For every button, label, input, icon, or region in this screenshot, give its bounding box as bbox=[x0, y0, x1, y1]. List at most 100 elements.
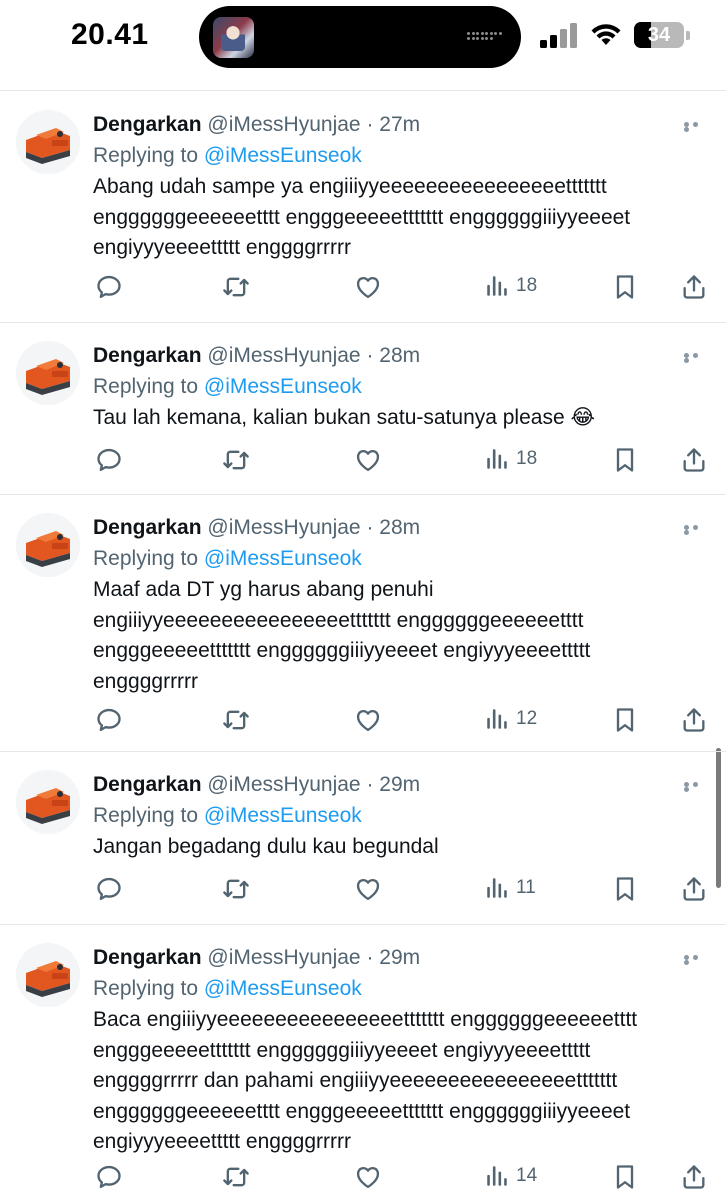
views-count: 12 bbox=[516, 708, 538, 729]
views-icon bbox=[484, 706, 510, 732]
author-handle-time: @iMessHyunjae · 29m bbox=[207, 773, 421, 796]
author-handle[interactable]: @iMessHyunjae bbox=[207, 516, 360, 539]
views-button[interactable]: 14 bbox=[484, 1163, 537, 1195]
share-button[interactable] bbox=[678, 704, 710, 736]
more-icon[interactable] bbox=[684, 782, 708, 792]
reply-icon bbox=[93, 446, 125, 474]
views-button[interactable]: 12 bbox=[484, 706, 537, 738]
more-icon[interactable] bbox=[684, 955, 708, 965]
bookmark-button[interactable] bbox=[609, 271, 641, 303]
views-icon bbox=[484, 446, 510, 472]
tweet-time[interactable]: 28m bbox=[379, 344, 420, 367]
tweet-header: Dengarkan @iMessHyunjae · 29m bbox=[93, 943, 420, 973]
replying-to-link[interactable]: @iMessEunseok bbox=[204, 375, 362, 398]
tweet-divider bbox=[0, 322, 726, 323]
views-icon bbox=[484, 1163, 510, 1189]
tweet[interactable]: Dengarkan @iMessHyunjae · 28m Replying to… bbox=[0, 513, 726, 738]
views-button[interactable]: 18 bbox=[484, 446, 537, 478]
tweet-time[interactable]: 28m bbox=[379, 516, 420, 539]
avatar[interactable] bbox=[16, 110, 80, 174]
views-button[interactable]: 11 bbox=[484, 875, 536, 907]
retweet-icon bbox=[220, 706, 252, 734]
like-button[interactable] bbox=[352, 873, 384, 905]
views-icon bbox=[484, 875, 510, 901]
bookmark-icon bbox=[609, 706, 641, 734]
audio-waveform-icon bbox=[467, 32, 503, 42]
tweet-header: Dengarkan @iMessHyunjae · 29m bbox=[93, 770, 420, 800]
retweet-button[interactable] bbox=[220, 1161, 252, 1193]
reply-button[interactable] bbox=[93, 704, 125, 736]
share-button[interactable] bbox=[678, 873, 710, 905]
views-button[interactable]: 18 bbox=[484, 273, 537, 305]
replying-to-link[interactable]: @iMessEunseok bbox=[204, 547, 362, 570]
author-name[interactable]: Dengarkan bbox=[93, 773, 202, 796]
bookmark-button[interactable] bbox=[609, 444, 641, 476]
author-name[interactable]: Dengarkan bbox=[93, 113, 202, 136]
share-icon bbox=[678, 1163, 710, 1191]
retweet-button[interactable] bbox=[220, 271, 252, 303]
status-bar: 20.41 34 bbox=[0, 0, 726, 84]
author-handle[interactable]: @iMessHyunjae bbox=[207, 113, 360, 136]
author-handle-time: @iMessHyunjae · 28m bbox=[207, 516, 421, 539]
reply-button[interactable] bbox=[93, 873, 125, 905]
replying-to: Replying to @iMessEunseok bbox=[93, 141, 362, 171]
replying-to-link[interactable]: @iMessEunseok bbox=[204, 804, 362, 827]
more-icon[interactable] bbox=[684, 525, 708, 535]
tweet[interactable]: Dengarkan @iMessHyunjae · 29m Replying to… bbox=[0, 943, 726, 1195]
share-button[interactable] bbox=[678, 444, 710, 476]
now-playing-thumbnail[interactable] bbox=[213, 17, 254, 58]
scrollbar[interactable] bbox=[716, 748, 721, 888]
author-handle[interactable]: @iMessHyunjae bbox=[207, 773, 360, 796]
replying-to-link[interactable]: @iMessEunseok bbox=[204, 144, 362, 167]
like-button[interactable] bbox=[352, 1161, 384, 1193]
bookmark-button[interactable] bbox=[609, 873, 641, 905]
like-button[interactable] bbox=[352, 444, 384, 476]
tweet-time[interactable]: 29m bbox=[379, 946, 420, 969]
battery-percentage: 34 bbox=[647, 24, 671, 46]
retweet-icon bbox=[220, 875, 252, 903]
tweet[interactable]: Dengarkan @iMessHyunjae · 28m Replying to… bbox=[0, 341, 726, 478]
cellular-signal-icon bbox=[540, 22, 580, 48]
reply-button[interactable] bbox=[93, 444, 125, 476]
bookmark-icon bbox=[609, 875, 641, 903]
reply-button[interactable] bbox=[93, 271, 125, 303]
reply-icon bbox=[93, 273, 125, 301]
replying-to-link[interactable]: @iMessEunseok bbox=[204, 977, 362, 1000]
heart-icon bbox=[352, 1163, 384, 1191]
tweet[interactable]: Dengarkan @iMessHyunjae · 27m Replying to… bbox=[0, 110, 726, 305]
more-icon[interactable] bbox=[684, 353, 708, 363]
retweet-button[interactable] bbox=[220, 444, 252, 476]
views-count: 18 bbox=[516, 275, 538, 296]
author-handle[interactable]: @iMessHyunjae bbox=[207, 344, 360, 367]
reply-icon bbox=[93, 1163, 125, 1191]
bookmark-button[interactable] bbox=[609, 704, 641, 736]
author-handle[interactable]: @iMessHyunjae bbox=[207, 946, 360, 969]
retweet-button[interactable] bbox=[220, 873, 252, 905]
views-count: 14 bbox=[516, 1165, 538, 1186]
avatar[interactable] bbox=[16, 341, 80, 405]
tweet-divider bbox=[0, 924, 726, 925]
author-name[interactable]: Dengarkan bbox=[93, 344, 202, 367]
share-button[interactable] bbox=[678, 271, 710, 303]
author-handle-time: @iMessHyunjae · 27m bbox=[207, 113, 421, 136]
share-icon bbox=[678, 446, 710, 474]
retweet-icon bbox=[220, 446, 252, 474]
avatar[interactable] bbox=[16, 943, 80, 1007]
dynamic-island[interactable] bbox=[199, 6, 521, 68]
like-button[interactable] bbox=[352, 704, 384, 736]
share-button[interactable] bbox=[678, 1161, 710, 1193]
tweet-time[interactable]: 29m bbox=[379, 773, 420, 796]
retweet-icon bbox=[220, 273, 252, 301]
more-icon[interactable] bbox=[684, 122, 708, 132]
retweet-button[interactable] bbox=[220, 704, 252, 736]
tweet-time[interactable]: 27m bbox=[379, 113, 420, 136]
avatar[interactable] bbox=[16, 770, 80, 834]
author-name[interactable]: Dengarkan bbox=[93, 946, 202, 969]
tweet[interactable]: Dengarkan @iMessHyunjae · 29m Replying to… bbox=[0, 770, 726, 907]
avatar[interactable] bbox=[16, 513, 80, 577]
bookmark-button[interactable] bbox=[609, 1161, 641, 1193]
reply-button[interactable] bbox=[93, 1161, 125, 1193]
share-icon bbox=[678, 706, 710, 734]
like-button[interactable] bbox=[352, 271, 384, 303]
author-name[interactable]: Dengarkan bbox=[93, 516, 202, 539]
